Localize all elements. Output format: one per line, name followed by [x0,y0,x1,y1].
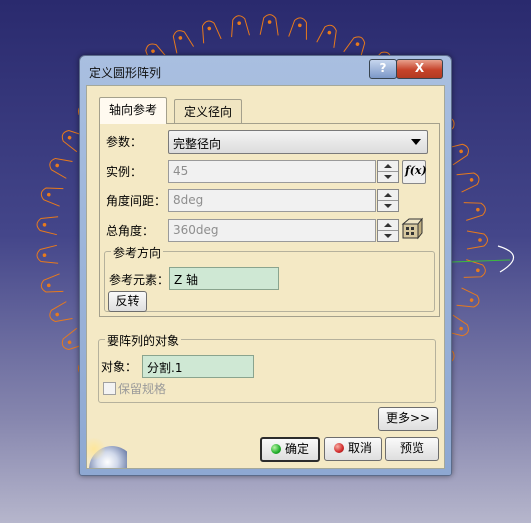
cancel-label: 取消 [347,441,372,455]
pattern-tooth [316,24,337,48]
instances-spinner[interactable] [377,160,399,183]
pattern-tooth [36,244,59,264]
angular-spacing-value: 8deg [173,193,204,207]
angular-spacing-spinner[interactable] [377,189,399,212]
params-selected-value: 完整径向 [173,137,222,151]
pattern-tooth [288,17,307,40]
object-value: 分割.1 [147,361,183,375]
pattern-tooth [463,202,486,221]
params-dropdown[interactable]: 完整径向 [168,130,428,154]
title-bar[interactable]: 定义圆形阵列 ? X [80,56,451,84]
instances-field[interactable]: 45 [168,160,376,183]
cancel-button[interactable]: 取消 [324,437,382,461]
help-button[interactable]: ? [369,59,397,79]
measure-tool-icon[interactable] [400,217,424,241]
tab-axial-reference[interactable]: 轴向参考 [99,97,168,124]
dialog-title: 定义圆形阵列 [89,66,162,80]
instances-value: 45 [173,164,189,178]
spin-up-icon[interactable] [378,220,398,231]
ref-direction-group: 参考方向 参考元素： Z 轴 反转 [104,244,435,312]
pattern-tooth [40,273,64,293]
total-angle-spinner[interactable] [377,219,399,242]
spin-down-icon[interactable] [378,172,398,182]
pattern-tooth [36,216,59,236]
objects-group: 要阵列的对象 对象： 分割.1 保留规格 [98,332,436,403]
spin-up-icon[interactable] [378,190,398,201]
globe-logo [87,438,127,468]
reverse-button[interactable]: 反转 [108,291,147,312]
spin-up-icon[interactable] [378,161,398,172]
ok-button[interactable]: 确定 [260,437,320,462]
ref-direction-title: 参考方向 [111,244,164,261]
spin-down-icon[interactable] [378,231,398,241]
instances-label: 实例： [106,165,143,179]
circular-pattern-dialog: 定义圆形阵列 ? X 轴向参考 定义径向 参数： 完整径向 实例： 45 f(x… [79,55,452,476]
axis-line [451,259,511,263]
fx-icon: f(x) [405,164,427,177]
pattern-tooth [466,230,488,250]
object-label: 对象： [101,360,138,374]
close-button[interactable]: X [396,59,443,79]
pattern-tooth [456,172,480,193]
object-field[interactable]: 分割.1 [142,355,254,378]
ok-label: 确定 [284,442,309,456]
total-angle-label: 总角度： [106,224,155,238]
red-dot-icon [333,443,344,453]
total-angle-field[interactable]: 360deg [168,219,376,242]
keep-spec-checkbox[interactable] [103,382,116,395]
pattern-tooth [49,301,73,323]
pattern-tooth [172,30,195,54]
direction-arc [497,245,515,273]
params-label: 参数： [106,135,143,149]
pattern-tooth [49,157,73,179]
dialog-body: 轴向参考 定义径向 参数： 完整径向 实例： 45 f(x) 角度间距： 8de… [86,85,445,469]
green-dot-icon [270,444,281,454]
keep-spec-label: 保留规格 [118,382,167,396]
spin-down-icon[interactable] [378,201,398,211]
ref-element-label: 参考元素： [109,273,170,287]
total-angle-value: 360deg [173,223,219,237]
preview-button[interactable]: 预览 [385,437,439,461]
ref-element-field[interactable]: Z 轴 [169,267,279,290]
pattern-tooth [463,259,486,278]
ref-element-value: Z 轴 [174,273,199,287]
formula-fx-button[interactable]: f(x) [402,160,427,184]
pattern-tooth [456,287,480,308]
pattern-tooth [231,15,250,38]
objects-title: 要阵列的对象 [105,332,182,349]
pattern-tooth [201,20,222,44]
angular-spacing-label: 角度间距： [106,194,167,208]
tab-define-radial[interactable]: 定义径向 [174,99,243,124]
pattern-tooth [40,187,64,207]
chevron-down-icon [411,139,421,145]
more-button[interactable]: 更多>> [378,407,438,431]
angular-spacing-field[interactable]: 8deg [168,189,376,212]
pattern-tooth [259,14,279,36]
axial-reference-panel: 参数： 完整径向 实例： 45 f(x) 角度间距： 8deg 总角度： 360… [99,123,440,317]
